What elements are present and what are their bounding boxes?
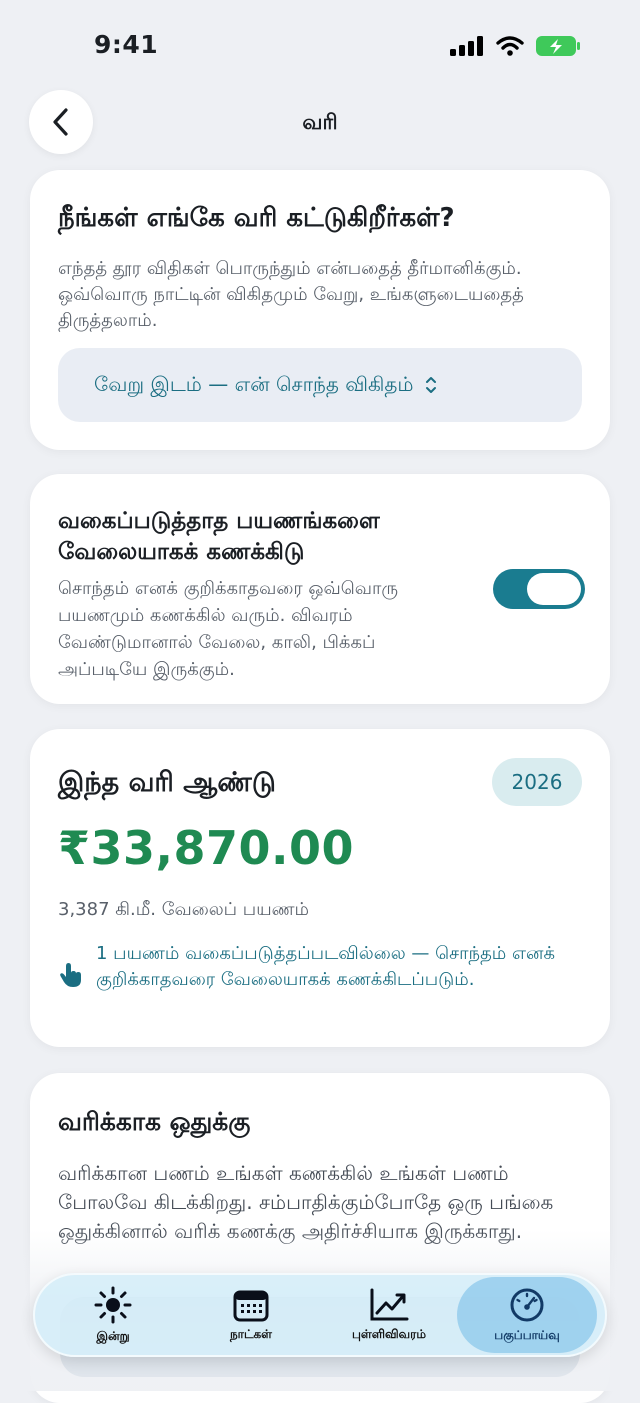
tax-year-card: இந்த வரி ஆண்டு 2026 ₹33,870.00 3,387 கி.… [30, 729, 610, 1047]
status-bar: 9:41 [0, 0, 640, 90]
tab-today-label: இன்று [96, 1328, 130, 1343]
chevron-up-down-icon [425, 377, 436, 393]
tap-hand-icon [58, 941, 90, 993]
tab-analysis-label: பகுப்பாய்வு [494, 1327, 560, 1342]
sun-icon [94, 1286, 132, 1323]
count-as-work-toggle[interactable] [493, 569, 585, 609]
tab-stats-label: புள்ளிவிவரம் [351, 1326, 426, 1341]
uncategorized-note-text: 1 பயணம் வகைப்படுத்தப்படவில்லை — சொந்தம் … [96, 943, 556, 990]
tab-days-label: நாட்கள் [229, 1326, 273, 1341]
uncategorized-trips-card: வகைப்படுத்தாத பயணங்களை வேலையாகக் கணக்கிட… [30, 474, 610, 704]
status-icons [450, 35, 582, 57]
tab-today[interactable]: இன்று [43, 1273, 183, 1357]
tax-location-card: நீங்கள் எங்கே வரி கட்டுகிறீர்கள்? எந்தத்… [30, 170, 610, 450]
page-title: வரி [302, 110, 338, 134]
uncategorized-trips-description: சொந்தம் எனக் குறிக்காதவரை ஒவ்வொரு பயணமும… [58, 578, 399, 680]
tab-bar: இன்று நாட்கள் புள்ளிவிவரம் பகுப்பாய்வு [33, 1273, 607, 1357]
uncategorized-trips-title: வகைப்படுத்தாத பயணங்களை வேலையாகக் கணக்கிட… [58, 508, 380, 565]
toggle-knob [527, 573, 581, 605]
set-aside-title: வரிக்காக ஒதுக்கு [58, 1107, 251, 1136]
tax-location-select[interactable]: வேறு இடம் — என் சொந்த விகிதம் [58, 348, 582, 422]
tax-amount: ₹33,870.00 [58, 821, 355, 875]
tax-location-title: நீங்கள் எங்கே வரி கட்டுகிறீர்கள்? [58, 203, 455, 233]
tax-year-title: இந்த வரி ஆண்டு [58, 767, 276, 798]
tax-location-selected-value: வேறு இடம் — என் சொந்த விகிதம் [94, 371, 414, 396]
calendar-icon [233, 1290, 269, 1321]
gauge-icon [510, 1288, 544, 1321]
tab-stats[interactable]: புள்ளிவிவரம் [319, 1273, 459, 1357]
tax-location-description: எந்தத் தூர விதிகள் பொருந்தும் என்பதைத் த… [58, 258, 524, 331]
tax-year-badge[interactable]: 2026 [492, 758, 582, 806]
battery-charging-icon [536, 36, 580, 56]
uncategorized-note[interactable]: 1 பயணம் வகைப்படுத்தப்படவில்லை — சொந்தம் … [58, 941, 588, 993]
tab-days[interactable]: நாட்கள் [181, 1273, 321, 1357]
status-time: 9:41 [94, 30, 159, 59]
wifi-icon [496, 36, 524, 56]
chart-icon [370, 1288, 409, 1320]
work-distance: 3,387 கி.மீ. வேலைப் பயணம் [58, 899, 310, 920]
tab-analysis[interactable]: பகுப்பாய்வு [457, 1277, 597, 1353]
signal-icon [450, 36, 483, 56]
